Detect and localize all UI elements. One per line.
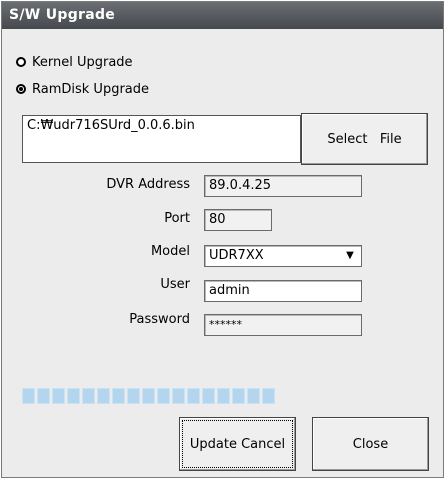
port-field[interactable]: 80 [204, 209, 272, 231]
user-label: User [160, 277, 190, 292]
file-path-field[interactable]: C:₩udr716SUrd_0.0.6.bin [22, 115, 301, 163]
kernel-upgrade-radio[interactable]: Kernel Upgrade [16, 52, 133, 72]
progress-bar [22, 388, 427, 404]
chevron-down-icon[interactable]: ▼ [342, 249, 358, 263]
progress-segment [157, 388, 170, 404]
window-title: S/W Upgrade [2, 2, 443, 29]
port-label: Port [164, 211, 190, 226]
progress-segment [232, 388, 245, 404]
radio-circle-icon [16, 57, 26, 67]
progress-segment [307, 388, 320, 404]
progress-segment [112, 388, 125, 404]
radio-selected-icon [16, 84, 26, 94]
progress-segment [292, 388, 305, 404]
progress-segment [172, 388, 185, 404]
ramdisk-upgrade-label: RamDisk Upgrade [32, 81, 150, 97]
kernel-upgrade-label: Kernel Upgrade [32, 54, 133, 70]
progress-segment [187, 388, 200, 404]
progress-segment [322, 388, 335, 404]
sw-upgrade-dialog: S/W Upgrade Kernel Upgrade RamDisk Upgra… [1, 1, 444, 478]
progress-segment [142, 388, 155, 404]
progress-segment [22, 388, 35, 404]
update-cancel-button[interactable]: Update Cancel [179, 417, 296, 471]
model-select[interactable]: UDR7XX ▼ [204, 245, 362, 267]
close-label: Close [352, 436, 389, 452]
progress-segment [127, 388, 140, 404]
password-field[interactable]: ****** [204, 314, 362, 336]
close-button[interactable]: Close [312, 417, 429, 471]
password-label: Password [129, 312, 190, 327]
progress-segment [52, 388, 65, 404]
progress-segment [82, 388, 95, 404]
dvr-address-label: DVR Address [106, 177, 190, 192]
model-value: UDR7XX [209, 248, 264, 263]
progress-segment [247, 388, 260, 404]
model-label: Model [150, 244, 190, 259]
progress-segment [337, 388, 350, 404]
user-field[interactable]: admin [204, 280, 362, 302]
progress-segment [67, 388, 80, 404]
progress-segment [202, 388, 215, 404]
progress-segment [37, 388, 50, 404]
progress-segment [97, 388, 110, 404]
progress-segment [277, 388, 290, 404]
select-file-label: Select File [327, 131, 402, 147]
progress-segment [352, 388, 365, 404]
select-file-button[interactable]: Select File [301, 113, 428, 165]
update-cancel-label: Update Cancel [189, 436, 286, 452]
dvr-address-field[interactable]: 89.0.4.25 [204, 175, 362, 197]
progress-segment [217, 388, 230, 404]
ramdisk-upgrade-radio[interactable]: RamDisk Upgrade [16, 79, 149, 99]
progress-segment [262, 388, 275, 404]
